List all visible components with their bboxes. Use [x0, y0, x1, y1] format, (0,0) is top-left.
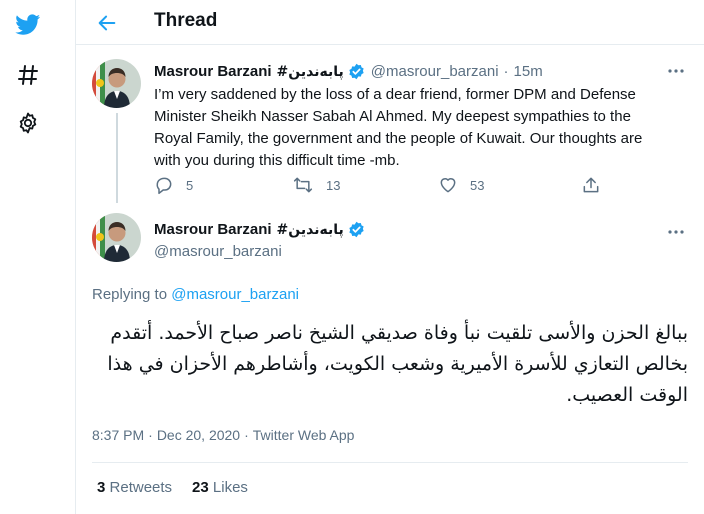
retweet-button[interactable]: 13 — [292, 174, 340, 196]
author-name-arabic[interactable]: #پابەندین — [277, 222, 344, 238]
likes-stat[interactable]: 23 Likes — [192, 479, 248, 496]
author-handle[interactable]: @masrour_barzani — [154, 243, 282, 260]
like-count: 53 — [470, 177, 485, 193]
replying-to: Replying to @masrour_barzani — [92, 286, 299, 303]
retweets-label: Retweets — [109, 479, 173, 496]
more-options-button[interactable] — [661, 221, 691, 243]
reply-count: 5 — [186, 177, 194, 193]
more-dots-icon — [668, 69, 684, 73]
divider — [92, 462, 688, 463]
retweets-count: 3 — [97, 479, 106, 496]
arrow-left-icon — [98, 15, 116, 31]
tweet-date[interactable]: Dec 20, 2020 — [157, 427, 240, 443]
author-name-arabic[interactable]: #پابەندین — [277, 64, 344, 80]
share-icon — [583, 177, 599, 193]
left-nav — [0, 0, 75, 514]
back-button[interactable] — [90, 6, 124, 40]
tweet-stats: 3 Retweets 23 Likes — [97, 479, 248, 496]
verified-badge-icon — [348, 221, 365, 238]
retweet-icon — [293, 177, 313, 193]
more-options-button[interactable] — [661, 60, 691, 82]
thread-header: Thread — [76, 0, 704, 45]
tweet-source[interactable]: Twitter Web App — [253, 427, 355, 443]
tweet-header: Masrour Barzani #پابەندین — [154, 221, 365, 238]
separator-dot: · — [503, 63, 509, 80]
page-title: Thread — [154, 10, 218, 31]
author-name[interactable]: Masrour Barzani — [154, 221, 272, 238]
author-handle[interactable]: @masrour_barzani — [371, 63, 499, 80]
hashtag-icon[interactable] — [10, 57, 46, 93]
likes-label: Likes — [212, 479, 248, 496]
verified-badge-icon — [348, 63, 365, 80]
retweet-count: 13 — [326, 177, 341, 193]
separator-dot: · — [148, 427, 153, 443]
tweet-parent[interactable]: Masrour Barzani #پابەندین @masrour_barza… — [76, 46, 704, 198]
replying-label: Replying to — [92, 286, 168, 303]
tweet-text: I’m very saddened by the loss of a dear … — [154, 86, 643, 169]
heart-icon — [440, 178, 456, 193]
replying-to-link[interactable]: @masrour_barzani — [171, 286, 299, 303]
tweet-text: ببالغ الحزن والأسى تلقيت نبأ وفاة صديقي … — [107, 322, 688, 406]
tweet-time[interactable]: 15m — [514, 63, 543, 80]
author-name[interactable]: Masrour Barzani — [154, 63, 272, 80]
avatar[interactable] — [92, 213, 141, 262]
tweet-meta: 8:37 PM · Dec 20, 2020 · Twitter Web App — [92, 427, 354, 443]
separator-dot: · — [244, 427, 249, 443]
share-button[interactable] — [581, 174, 613, 196]
like-button[interactable]: 53 — [438, 174, 484, 196]
gear-icon[interactable] — [10, 105, 46, 141]
main-column: Thread Masrour Barzani #پابەندین @masrou… — [75, 0, 704, 514]
reply-icon — [156, 177, 172, 195]
likes-count: 23 — [192, 479, 209, 496]
reply-button[interactable]: 5 — [154, 174, 193, 196]
retweets-stat[interactable]: 3 Retweets — [97, 479, 172, 496]
more-dots-icon — [668, 230, 684, 234]
tweet-time[interactable]: 8:37 PM — [92, 427, 144, 443]
twitter-logo-icon[interactable] — [10, 6, 46, 42]
tweet-header: Masrour Barzani #پابەندین @masrour_barza… — [154, 63, 543, 80]
